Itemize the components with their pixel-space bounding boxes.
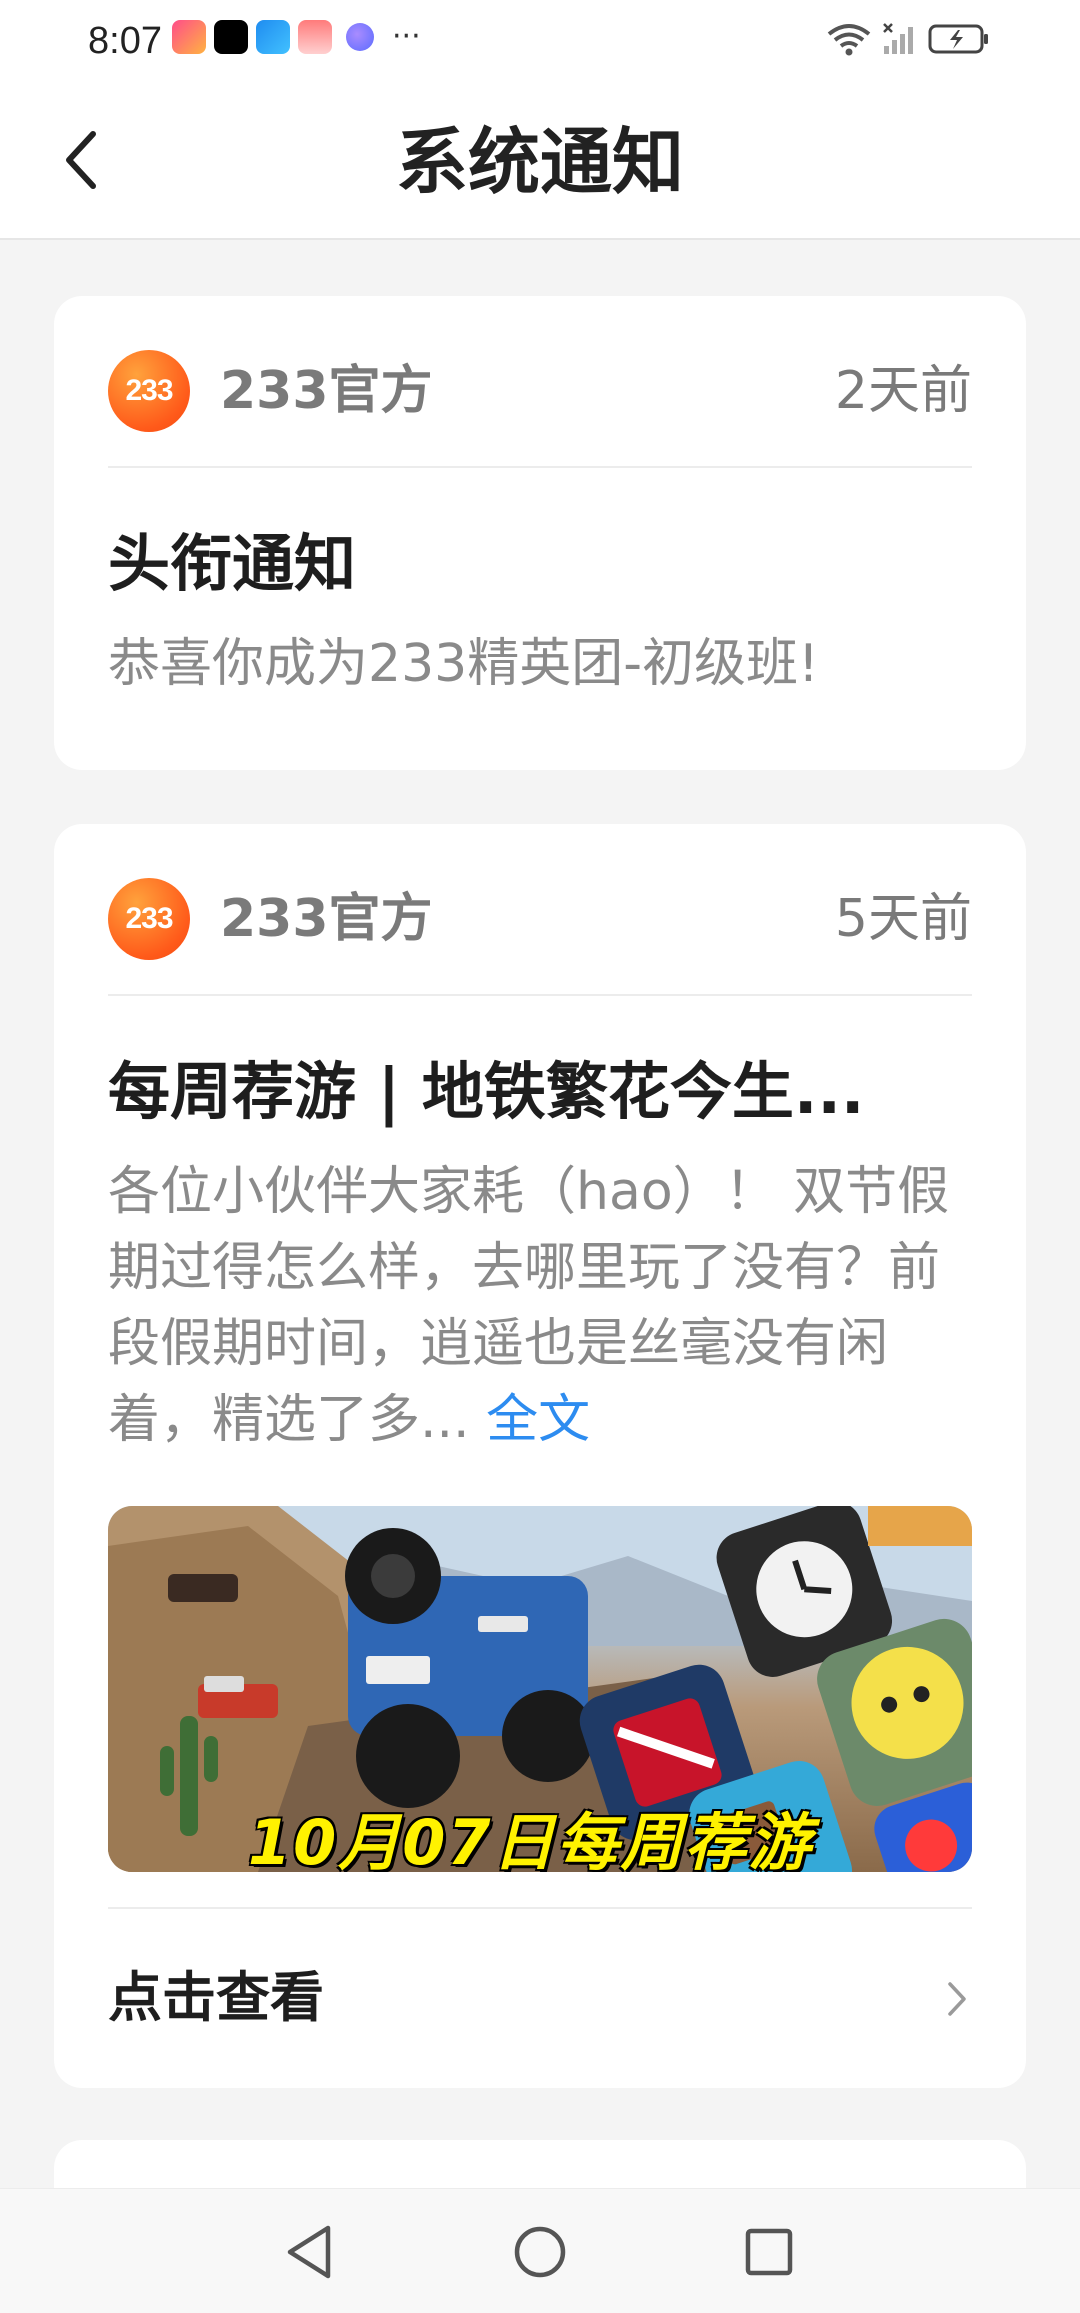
divider — [108, 994, 972, 996]
app-notification-icon — [172, 20, 206, 54]
notification-card[interactable]: 233 233官方 5天前 每周荐游 | 地铁繁花今生... 各位小伙伴大家耗（… — [54, 824, 1026, 2088]
battery-charging-icon — [928, 22, 990, 56]
banner-caption: 10月07日每周荐游 — [248, 1806, 813, 1872]
status-app-icons: ··· — [172, 20, 421, 54]
read-more-link[interactable]: 全文 — [486, 1390, 590, 1450]
avatar: 233 — [108, 878, 190, 960]
avatar: 233 — [108, 350, 190, 432]
wifi-icon — [826, 22, 872, 56]
chevron-right-icon[interactable] — [946, 1980, 970, 2022]
nav-home-button[interactable] — [505, 2219, 575, 2289]
sender-name: 233官方 — [220, 361, 433, 421]
signal-no-sim-icon — [882, 22, 918, 56]
page-title: 系统通知 — [395, 120, 684, 204]
divider — [108, 1907, 972, 1909]
notification-header: 233 233官方 5天前 — [108, 878, 972, 962]
banner-image[interactable]: 10月07日每周荐游 — [108, 1506, 972, 1872]
timestamp: 5天前 — [834, 889, 972, 949]
view-details-link[interactable]: 点击查看 — [108, 1962, 324, 2034]
sender-name: 233官方 — [220, 889, 433, 949]
notification-body: 恭喜你成为233精英团-初级班! — [108, 634, 819, 694]
nav-back-button[interactable] — [274, 2219, 344, 2289]
music-notification-icon — [346, 23, 374, 51]
tiktok-notification-icon — [214, 20, 248, 54]
more-notifications-icon: ··· — [392, 19, 421, 54]
status-indicators — [826, 22, 990, 56]
notification-title: 头衔通知 — [108, 527, 357, 600]
header: 系统通知 — [0, 82, 1080, 240]
status-bar: 8:07 ··· — [0, 0, 1080, 82]
timestamp: 2天前 — [834, 361, 972, 421]
nav-recent-button[interactable] — [734, 2219, 804, 2289]
square-recent-icon — [744, 2227, 794, 2281]
status-time: 8:07 — [88, 20, 162, 62]
triangle-back-icon — [284, 2224, 334, 2284]
circle-home-icon — [512, 2224, 568, 2284]
notification-header: 233 233官方 2天前 — [108, 350, 972, 434]
calendar-notification-icon — [298, 20, 332, 54]
notification-card[interactable]: 233 233官方 2天前 头衔通知 恭喜你成为233精英团-初级班! — [54, 296, 1026, 770]
divider — [108, 466, 972, 468]
notification-body: 各位小伙伴大家耗（hao）！ 双节假期过得怎么样，去哪里玩了没有？前段假期时间，… — [108, 1154, 972, 1458]
notification-title: 每周荐游 | 地铁繁花今生... — [108, 1055, 865, 1128]
system-nav-bar — [0, 2188, 1080, 2313]
weather-notification-icon — [256, 20, 290, 54]
